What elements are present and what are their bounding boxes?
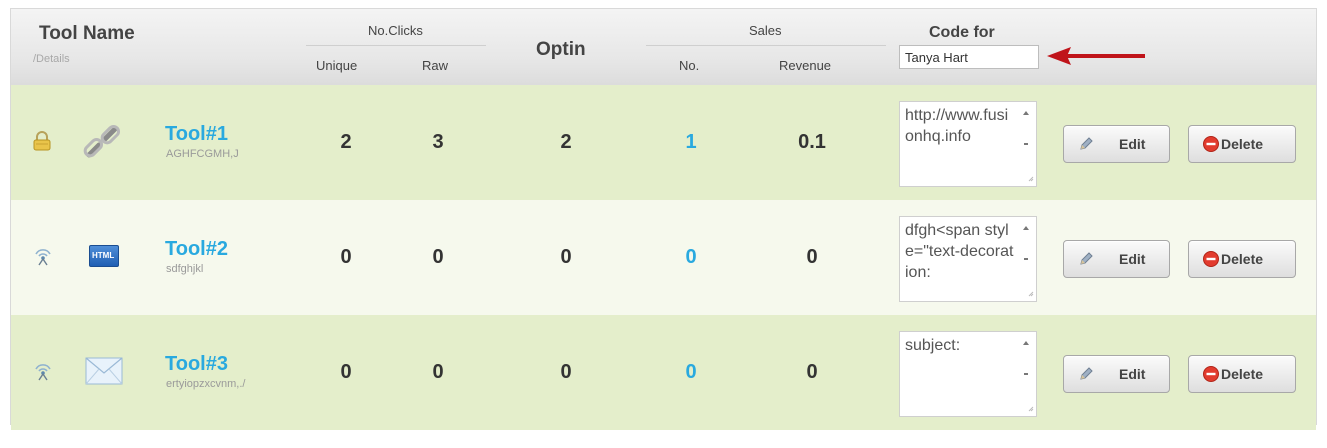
- edit-label: Edit: [1119, 251, 1146, 267]
- tool-detail: AGHFCGMH,J: [166, 148, 239, 160]
- html-icon: HTML: [89, 245, 119, 267]
- delete-button[interactable]: Delete: [1188, 240, 1296, 278]
- scrollbar[interactable]: [1017, 333, 1035, 415]
- raw-clicks: 3: [432, 131, 444, 153]
- red-arrow-icon: [1047, 47, 1145, 65]
- scrollbar[interactable]: [1017, 103, 1035, 185]
- revenue-value: 0.1: [798, 131, 826, 153]
- delete-label: Delete: [1221, 366, 1264, 382]
- html-icon-label: HTML: [92, 251, 115, 260]
- tool-name-header: Tool Name: [39, 23, 135, 44]
- pencil-icon: [1080, 252, 1093, 265]
- optin-header: Optin: [536, 39, 586, 60]
- code-text: http://www.fusionhq.info: [905, 107, 1009, 145]
- delete-label: Delete: [1221, 136, 1264, 152]
- delete-label: Delete: [1221, 251, 1264, 267]
- code-for-header: Code for: [929, 24, 995, 41]
- raw-clicks: 0: [432, 361, 444, 383]
- sales-count-link[interactable]: 0: [661, 315, 721, 430]
- unique-clicks: 0: [340, 361, 352, 383]
- revenue-header: Revenue: [779, 58, 832, 73]
- table-row: HTML Tool#2 sdfghjkl 0 0 0 0 0 dfgh<span…: [11, 200, 1316, 315]
- delete-circle-icon: [1203, 366, 1219, 382]
- sales-divider: [646, 45, 886, 46]
- scrollbar[interactable]: [1017, 218, 1035, 300]
- code-textarea[interactable]: http://www.fusionhq.info: [899, 101, 1037, 187]
- table-row: Tool#3 ertyiopzxcvnm,./ 0 0 0 0 0 subjec…: [11, 315, 1316, 430]
- code-for-input[interactable]: [899, 45, 1039, 69]
- edit-button[interactable]: Edit: [1063, 125, 1170, 163]
- unique-header: Unique: [316, 58, 358, 73]
- raw-clicks: 0: [432, 246, 444, 268]
- edit-button[interactable]: Edit: [1063, 355, 1170, 393]
- table-row: Tool#1 AGHFCGMH,J 2 3 2 1 0.1 http://www…: [11, 85, 1316, 200]
- broadcast-icon: [35, 364, 51, 381]
- revenue-value: 0: [806, 246, 818, 268]
- unique-clicks: 2: [340, 131, 352, 153]
- no-clicks-divider: [306, 45, 486, 46]
- optin-count: 2: [560, 131, 572, 153]
- lock-icon: [33, 131, 51, 151]
- tool-detail: sdfghjkl: [166, 263, 204, 275]
- pencil-icon: [1080, 367, 1093, 380]
- broadcast-icon: [35, 249, 51, 266]
- sales-count-link[interactable]: 0: [661, 200, 721, 315]
- sales-header: Sales: [749, 23, 782, 38]
- code-text: dfgh<span style="text-decoration:: [905, 222, 1014, 281]
- delete-button[interactable]: Delete: [1188, 125, 1296, 163]
- envelope-icon: [85, 357, 123, 385]
- tool-name-link[interactable]: Tool#3: [165, 353, 228, 376]
- edit-button[interactable]: Edit: [1063, 240, 1170, 278]
- code-textarea[interactable]: subject:: [899, 331, 1037, 417]
- code-text: subject:: [905, 337, 961, 354]
- code-textarea[interactable]: dfgh<span style="text-decoration:: [899, 216, 1037, 302]
- pencil-icon: [1080, 137, 1093, 150]
- table-header: Tool Name /Details No.Clicks Unique Raw …: [11, 9, 1316, 86]
- raw-header: Raw: [422, 58, 449, 73]
- optin-count: 0: [560, 246, 572, 268]
- edit-label: Edit: [1119, 136, 1146, 152]
- sales-count-link[interactable]: 1: [661, 85, 721, 200]
- sales-no-header: No.: [679, 58, 700, 73]
- chain-link-icon: [83, 124, 121, 158]
- tools-table: Tool Name /Details No.Clicks Unique Raw …: [10, 8, 1317, 430]
- no-clicks-header: No.Clicks: [368, 23, 423, 38]
- delete-button[interactable]: Delete: [1188, 355, 1296, 393]
- revenue-value: 0: [806, 361, 818, 383]
- edit-label: Edit: [1119, 366, 1146, 382]
- optin-count: 0: [560, 361, 572, 383]
- delete-circle-icon: [1203, 251, 1219, 267]
- unique-clicks: 0: [340, 246, 352, 268]
- tool-detail: ertyiopzxcvnm,./: [166, 378, 246, 390]
- tool-name-link[interactable]: Tool#1: [165, 123, 228, 146]
- delete-circle-icon: [1203, 136, 1219, 152]
- tool-name-link[interactable]: Tool#2: [165, 238, 228, 261]
- details-subheader: /Details: [33, 53, 70, 65]
